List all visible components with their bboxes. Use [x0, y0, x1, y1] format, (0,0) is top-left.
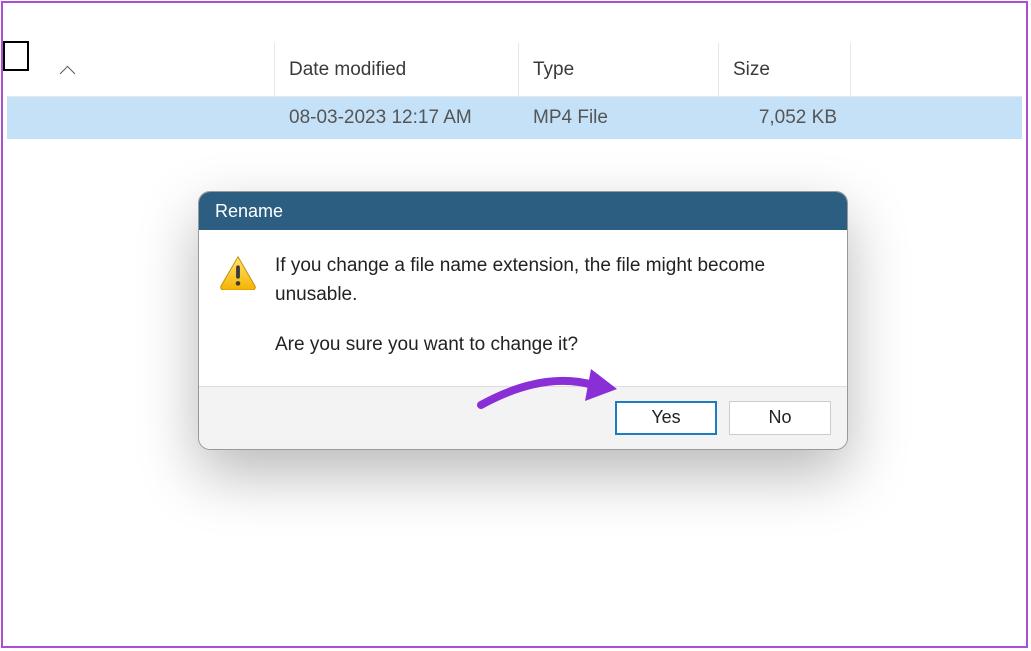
warning-icon	[219, 254, 257, 290]
dialog-message: If you change a file name extension, the…	[275, 252, 827, 360]
column-header-type[interactable]: Type	[519, 43, 719, 96]
column-header-date-modified[interactable]: Date modified	[275, 43, 519, 96]
column-label: Date modified	[289, 59, 406, 81]
file-size-cell: 7,052 KB	[719, 107, 851, 129]
window-frame: Date modified Type Size 08-03-2023 12:17…	[1, 1, 1028, 648]
sort-ascending-icon	[61, 66, 73, 74]
file-date-cell: 08-03-2023 12:17 AM	[275, 107, 519, 129]
rename-edit-box[interactable]	[3, 41, 29, 71]
column-header-row: Date modified Type Size	[7, 43, 1022, 97]
dialog-title-bar[interactable]: Rename	[199, 192, 847, 230]
dialog-body: If you change a file name extension, the…	[199, 230, 847, 386]
no-button[interactable]: No	[729, 401, 831, 435]
dialog-title-text: Rename	[215, 201, 283, 222]
file-row-selected[interactable]: 08-03-2023 12:17 AM MP4 File 7,052 KB	[7, 97, 1022, 139]
column-header-name[interactable]	[7, 43, 275, 96]
file-size-text: 7,052 KB	[759, 107, 837, 128]
file-type-text: MP4 File	[533, 107, 608, 128]
rename-dialog: Rename If you change a file name	[198, 191, 848, 450]
column-label: Type	[533, 59, 574, 81]
column-header-size[interactable]: Size	[719, 43, 851, 96]
file-date-text: 08-03-2023 12:17 AM	[289, 107, 472, 128]
file-type-cell: MP4 File	[519, 107, 719, 129]
yes-button[interactable]: Yes	[615, 401, 717, 435]
dialog-line1: If you change a file name extension, the…	[275, 252, 827, 309]
dialog-line2: Are you sure you want to change it?	[275, 331, 827, 360]
column-label: Size	[733, 59, 770, 81]
dialog-button-bar: Yes No	[199, 386, 847, 449]
column-header-spacer	[851, 43, 1022, 96]
